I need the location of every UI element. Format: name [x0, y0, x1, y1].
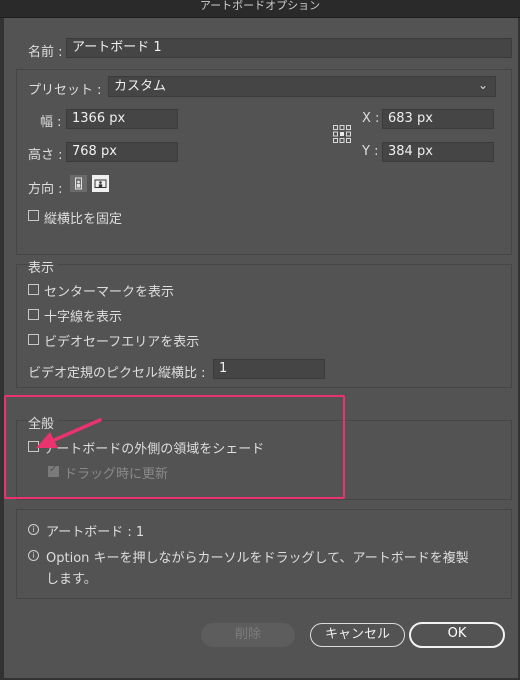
name-label: 名前 :	[28, 45, 63, 60]
preset-value: カスタム	[114, 79, 167, 94]
height-input[interactable]: 768 px	[66, 142, 178, 162]
height-label: 高さ :	[28, 148, 63, 163]
y-label: Y :	[362, 144, 379, 159]
name-input[interactable]: アートボード 1	[66, 38, 512, 58]
window-title: アートボードオプション	[199, 0, 321, 12]
video-ratio-input[interactable]: 1	[213, 359, 325, 379]
width-label: 幅 :	[40, 115, 62, 130]
window-titlebar: アートボードオプション	[0, 0, 520, 18]
orientation-label: 方向 :	[28, 182, 63, 197]
lock-ratio-label: 縦横比を固定	[44, 212, 123, 227]
artboard-options-dialog: 名前 : アートボード 1 プリセット : カスタム ⌄ 幅 : 1366 px…	[4, 18, 518, 678]
center-mark-label: センターマークを表示	[44, 285, 175, 300]
width-input[interactable]: 1366 px	[66, 109, 178, 129]
lock-ratio-checkbox[interactable]	[28, 210, 39, 221]
preset-label: プリセット :	[28, 83, 102, 98]
preset-select[interactable]: カスタム ⌄	[108, 76, 496, 97]
y-input[interactable]: 384 px	[382, 142, 494, 162]
chevron-down-icon: ⌄	[477, 78, 488, 92]
artboard-count-text: アートボード : 1	[46, 525, 145, 540]
ok-button[interactable]: OK	[409, 622, 505, 648]
video-ratio-label: ビデオ定規のピクセル縦横比 :	[28, 366, 206, 381]
video-safe-label: ビデオセーフエリアを表示	[44, 335, 200, 350]
info-icon: i	[28, 550, 39, 561]
landscape-orientation-icon[interactable]	[92, 175, 109, 192]
duplicate-tip-line1: Option キーを押しながらカーソルをドラッグして、アートボードを複製	[46, 551, 469, 566]
duplicate-tip-line2: します。	[46, 572, 97, 587]
cross-hairs-label: 十字線を表示	[44, 310, 123, 325]
x-input[interactable]: 683 px	[382, 109, 494, 129]
annotation-arrow	[30, 412, 110, 456]
display-section-title: 表示	[28, 257, 59, 276]
portrait-orientation-icon[interactable]	[70, 175, 87, 192]
video-safe-checkbox[interactable]	[28, 334, 39, 345]
x-label: X :	[362, 111, 380, 126]
cancel-button[interactable]: キャンセル	[310, 623, 405, 647]
center-mark-checkbox[interactable]	[28, 284, 39, 295]
reference-point-icon[interactable]	[333, 125, 351, 143]
info-icon: i	[28, 524, 39, 535]
delete-button[interactable]: 削除	[201, 623, 295, 647]
cross-hairs-checkbox[interactable]	[28, 309, 39, 320]
